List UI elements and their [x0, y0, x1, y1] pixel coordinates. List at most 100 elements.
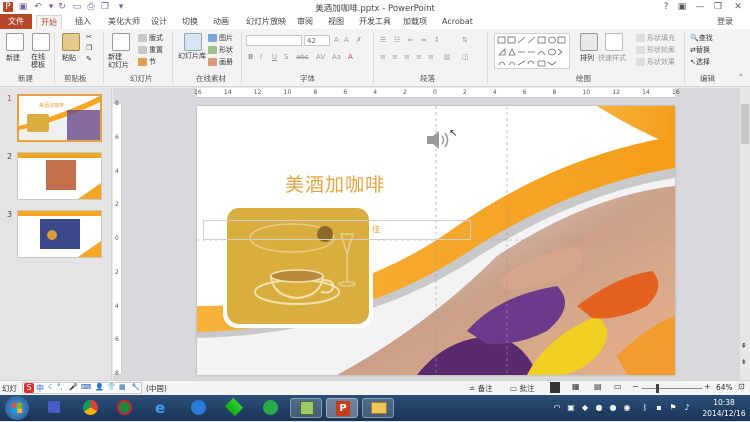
justify-icon[interactable]: ≡ — [416, 53, 422, 61]
taskbar-app-360[interactable] — [254, 398, 286, 418]
bluetooth-icon[interactable]: ᛒ — [640, 403, 650, 413]
gallery-button[interactable]: 幻灯片库 — [178, 51, 206, 61]
close-icon[interactable]: ✕ — [732, 1, 744, 13]
taskbar-app-ie[interactable]: e — [146, 398, 178, 418]
normal-view-icon[interactable] — [550, 382, 560, 393]
arrange-button[interactable]: 排列 — [580, 53, 594, 63]
tab-insert[interactable]: 插入 — [71, 15, 95, 29]
taskbar-app-layers[interactable] — [218, 397, 250, 418]
format-painter-icon[interactable]: ✎ — [86, 55, 92, 63]
tray-flag-icon[interactable]: ⚑ — [668, 403, 678, 413]
taskbar-app-video[interactable] — [182, 398, 214, 418]
clear-format-icon[interactable]: ✗ — [356, 36, 362, 44]
tab-developer[interactable]: 开发工具 — [355, 15, 395, 29]
tab-view[interactable]: 视图 — [324, 15, 348, 29]
reset-button[interactable]: 重置 — [138, 45, 163, 55]
bullets-icon[interactable]: ☰ — [380, 36, 386, 44]
tab-animations[interactable]: 动画 — [209, 15, 233, 29]
help-icon[interactable]: ? — [660, 1, 672, 13]
section-button[interactable]: 节 — [138, 57, 156, 67]
new-button[interactable]: 新建 — [6, 53, 20, 63]
decrease-indent-icon[interactable]: ⇤ — [408, 36, 414, 44]
tray-green-icon[interactable]: ● — [608, 403, 618, 413]
ime-punctuation-icon[interactable]: °, — [57, 383, 63, 391]
reading-view-icon[interactable]: ▤ — [594, 382, 602, 391]
vertical-scrollbar[interactable]: ⇞ ⇟ — [740, 88, 750, 380]
tab-slideshow[interactable]: 幻灯片放映 — [242, 15, 290, 29]
ime-keyboard-icon[interactable]: ⌨ — [81, 383, 91, 391]
select-button[interactable]: ↖选择 — [690, 57, 710, 67]
text-direction-icon[interactable]: ⇅ — [462, 36, 468, 44]
ribbon-display-icon[interactable]: ▣ — [676, 1, 688, 13]
tray-notification-icon[interactable]: ▪ — [654, 403, 664, 413]
copy-icon[interactable]: ❐ — [86, 44, 92, 52]
zoom-in-icon[interactable]: + — [704, 382, 711, 391]
distribute-icon[interactable]: ≡ — [428, 53, 434, 61]
subtitle-placeholder[interactable]: 佳 — [203, 220, 471, 240]
tray-shield-icon[interactable]: ◆ — [580, 403, 590, 413]
decrease-font-icon[interactable]: A — [344, 36, 349, 44]
taskbar-app-notes[interactable] — [290, 398, 322, 418]
numbering-icon[interactable]: ☷ — [394, 36, 400, 44]
canvas-button[interactable]: 画册 — [208, 57, 233, 67]
wifi-icon[interactable]: ◠ — [552, 403, 562, 413]
font-name-combo[interactable] — [246, 35, 302, 46]
tray-app-icon[interactable]: ▣ — [566, 403, 576, 413]
tab-review[interactable]: 审阅 — [293, 15, 317, 29]
taskbar-app-recorder[interactable] — [108, 398, 140, 418]
smartart-icon[interactable]: ◫ — [462, 53, 469, 61]
taskbar-app-explorer[interactable] — [362, 398, 394, 418]
quick-styles-button[interactable]: 快速样式 — [598, 53, 626, 63]
collapse-ribbon-icon[interactable]: ⌃ — [738, 73, 744, 81]
tray-360-icon[interactable]: ● — [594, 403, 604, 413]
zoom-level[interactable]: 64% — [716, 383, 733, 392]
columns-icon[interactable]: ▥ — [444, 53, 451, 61]
ime-mic-icon[interactable]: 🎤 — [69, 383, 78, 391]
fit-slide-icon[interactable]: ⊡ — [738, 382, 745, 391]
picture-button[interactable]: 图片 — [208, 33, 233, 43]
shapes-gallery[interactable] — [494, 33, 570, 69]
notes-button[interactable]: ≐ 备注 — [469, 383, 493, 394]
comments-button[interactable]: ▭ 批注 — [510, 383, 534, 394]
ime-skin-icon[interactable]: 👕 — [107, 383, 116, 391]
shape-fill-button[interactable]: 形状填充 — [636, 33, 675, 43]
ime-moon-icon[interactable]: ☾ — [48, 383, 54, 391]
char-spacing-icon[interactable]: AV — [316, 53, 325, 61]
replace-button[interactable]: ⇄替换 — [690, 45, 710, 55]
tab-design[interactable]: 设计 — [147, 15, 171, 29]
slide-sorter-icon[interactable]: ▦ — [572, 382, 580, 391]
online-template-button[interactable]: 在线 模板 — [31, 53, 51, 69]
slide-title[interactable]: 美酒加咖啡 — [285, 170, 385, 197]
taskbar-app-powerpoint[interactable]: P — [326, 398, 358, 418]
italic-icon[interactable]: I — [260, 53, 262, 61]
taskbar-app-pen[interactable] — [38, 398, 70, 418]
strikethrough-icon[interactable]: abc — [296, 53, 309, 61]
increase-font-icon[interactable]: A — [334, 36, 339, 44]
ime-grid-icon[interactable]: ▦ — [119, 383, 126, 391]
previous-slide-icon[interactable]: ⇞ — [741, 342, 747, 350]
system-clock[interactable]: 10:38 2014/12/16 — [702, 397, 746, 419]
shape-button[interactable]: 形状 — [208, 45, 233, 55]
shape-outline-button[interactable]: 形状轮廓 — [636, 45, 675, 55]
scrollbar-thumb[interactable] — [741, 104, 749, 144]
start-button[interactable] — [5, 396, 29, 420]
ime-user-icon[interactable]: 👤 — [95, 383, 104, 391]
slide-thumbnail-1[interactable]: 美酒加咖啡 — [17, 94, 102, 142]
align-left-icon[interactable]: ≡ — [380, 53, 386, 61]
slideshow-view-icon[interactable]: ▭ — [614, 382, 622, 391]
language-indicator[interactable]: (中国) — [146, 383, 167, 394]
login-link[interactable]: 登录 — [713, 15, 737, 29]
tray-wechat-icon[interactable]: ◉ — [622, 403, 632, 413]
ime-tools-icon[interactable]: 🔧 — [131, 383, 140, 391]
slide-canvas[interactable]: ↖ 美酒加咖啡 佳 — [197, 106, 675, 375]
slide-thumbnail-3[interactable] — [17, 210, 102, 258]
shape-effects-button[interactable]: 形状效果 — [636, 57, 675, 67]
tab-file[interactable]: 文件 — [0, 14, 32, 29]
paste-button[interactable]: 粘贴 — [62, 53, 76, 63]
next-slide-icon[interactable]: ⇟ — [741, 358, 747, 366]
zoom-slider-thumb[interactable] — [656, 384, 659, 393]
volume-icon[interactable]: ♪ — [682, 403, 692, 413]
minimize-icon[interactable]: — — [694, 1, 706, 13]
taskbar-app-chrome[interactable] — [74, 398, 106, 418]
font-size-combo[interactable]: 42 — [304, 35, 330, 46]
